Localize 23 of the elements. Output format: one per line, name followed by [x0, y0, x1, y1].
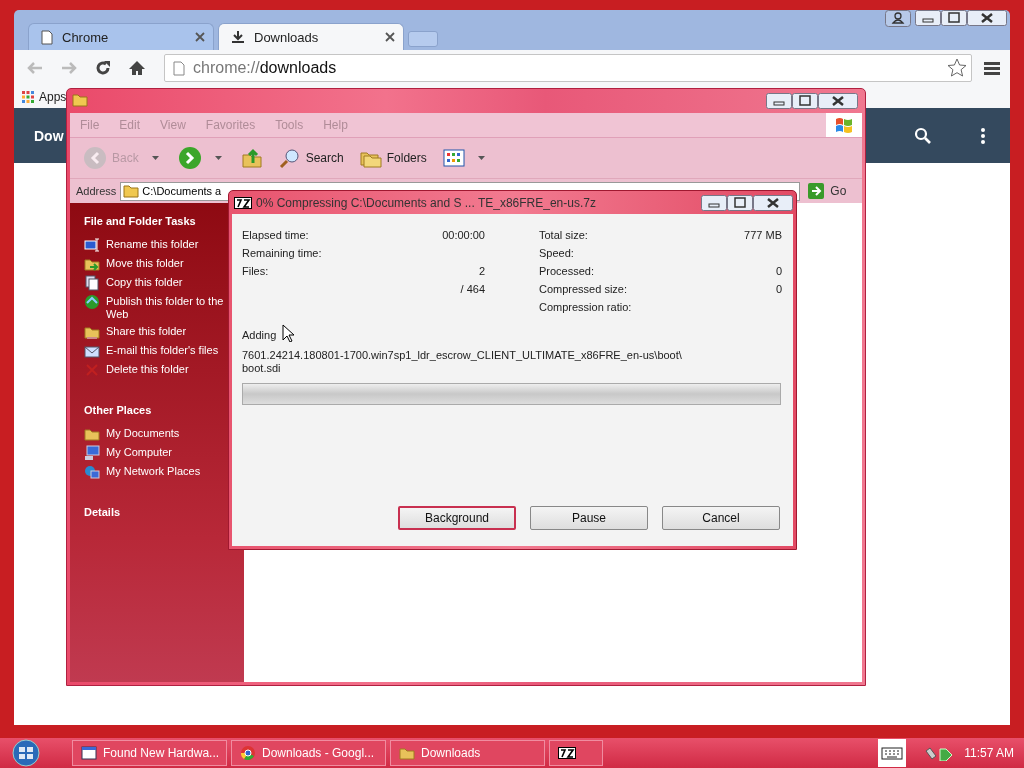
- url-text: chrome://downloads: [193, 59, 338, 77]
- stat-value: 0: [774, 265, 782, 279]
- stat-label: Compression ratio:: [539, 301, 633, 315]
- stat-value: / 464: [459, 283, 485, 297]
- file-path: 7601.24214.180801-1700.win7sp1_ldr_escrow_CLIENT_ULTIMATE_x86FRE_en-us\boot\ boot.sdi: [242, 349, 683, 375]
- section-heading: File and Folder Tasks: [84, 215, 197, 227]
- stat-label: Speed:: [539, 247, 575, 261]
- operation-label: Adding: [242, 329, 277, 341]
- stat-label: Files:: [242, 265, 270, 279]
- stat-value: 00:00:00: [442, 229, 485, 243]
- stat-value: 777 MB: [744, 229, 782, 243]
- stat-label: Total size:: [539, 229, 589, 243]
- section-heading: Other Places: [84, 404, 153, 416]
- stat-label: Compressed size:: [539, 283, 629, 297]
- stat-value: 2: [477, 265, 485, 279]
- section-heading: Details: [84, 506, 122, 518]
- stat-label: Processed:: [539, 265, 596, 279]
- stat-label: Remaining time:: [242, 247, 323, 261]
- dialog-title: 0% Compressing C:\Documents and S ... TE_x86FRE_en-us.7z: [256, 195, 596, 210]
- stat-label: Elapsed time:: [242, 229, 310, 243]
- page-title: Dow: [34, 127, 64, 144]
- address-label: Address: [76, 185, 117, 197]
- stat-value: 0: [774, 283, 782, 297]
